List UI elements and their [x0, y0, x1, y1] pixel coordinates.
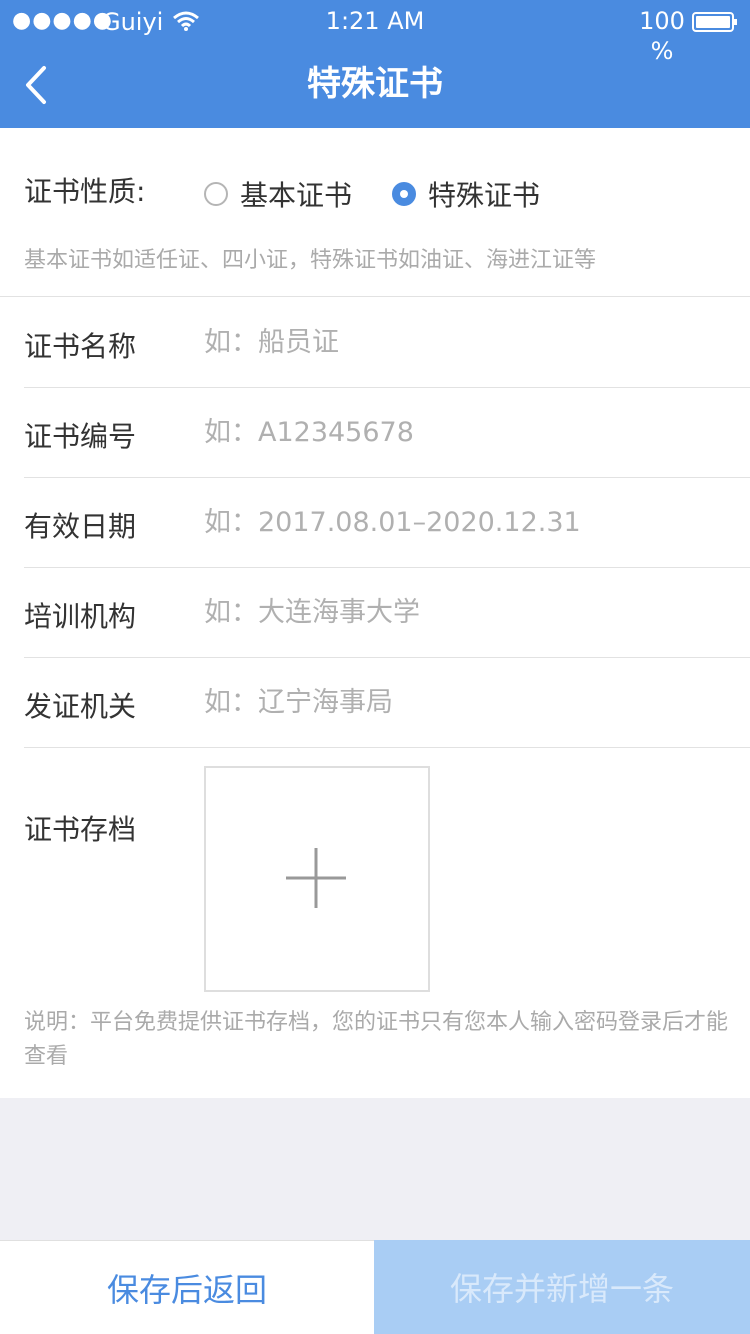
- field-label: 有效日期: [24, 510, 137, 543]
- nav-header: ●●●●● Guiyi 1:21 AM 100 % 特殊证书: [0, 0, 750, 128]
- certificate-form: 证书性质: 基本证书 特殊证书 基本证书如适任证、四小证，特殊证书如油证、海进江…: [0, 128, 750, 1098]
- battery-icon: [692, 12, 737, 32]
- footer-actions: 保存后返回 保存并新增一条: [0, 1240, 750, 1334]
- wifi-icon: [173, 11, 199, 31]
- certificate-type-hint: 基本证书如适任证、四小证，特殊证书如油证、海进江证等: [24, 248, 597, 273]
- status-time: 1:21 AM: [325, 7, 425, 35]
- radio-basic-certificate[interactable]: 基本证书: [204, 174, 352, 214]
- certificate-type-label: 证书性质:: [24, 175, 146, 208]
- plus-icon: [286, 848, 346, 908]
- radio-unchecked-icon: [204, 182, 228, 206]
- signal-strength: ●●●●●: [12, 8, 113, 33]
- certificate-type-section: 证书性质: 基本证书 特殊证书 基本证书如适任证、四小证，特殊证书如油证、海进江…: [0, 128, 750, 297]
- field-label: 证书名称: [24, 330, 137, 363]
- page-title: 特殊证书: [307, 64, 443, 104]
- field-row-training: 培训机构: [24, 567, 750, 658]
- certificate-number-input[interactable]: [204, 411, 724, 453]
- save-and-add-new-button[interactable]: 保存并新增一条: [374, 1240, 750, 1334]
- training-institution-input[interactable]: [204, 591, 724, 633]
- field-row-number: 证书编号: [24, 387, 750, 478]
- radio-special-certificate[interactable]: 特殊证书: [392, 174, 540, 214]
- save-and-return-button[interactable]: 保存后返回: [0, 1240, 374, 1334]
- upload-photo-button[interactable]: [204, 766, 430, 992]
- validity-date-input[interactable]: [204, 501, 724, 543]
- certificate-name-input[interactable]: [204, 321, 724, 363]
- issuing-authority-input[interactable]: [204, 681, 724, 723]
- radio-label: 特殊证书: [428, 179, 541, 212]
- radio-label: 基本证书: [240, 179, 353, 212]
- field-row-validity: 有效日期: [24, 477, 750, 568]
- archive-label: 证书存档: [24, 813, 137, 846]
- archive-note: 说明：平台免费提供证书存档，您的证书只有您本人输入密码登录后才能查看: [24, 1010, 729, 1069]
- field-label: 证书编号: [24, 420, 137, 453]
- field-row-name: 证书名称: [24, 297, 750, 388]
- radio-checked-icon: [392, 182, 416, 206]
- field-label: 培训机构: [24, 600, 137, 633]
- battery-status: 100 %: [630, 6, 740, 66]
- battery-percent: 100 %: [639, 7, 685, 65]
- field-label: 发证机关: [24, 690, 137, 723]
- field-row-issuer: 发证机关: [24, 657, 750, 748]
- carrier-name: Guiyi: [102, 8, 164, 36]
